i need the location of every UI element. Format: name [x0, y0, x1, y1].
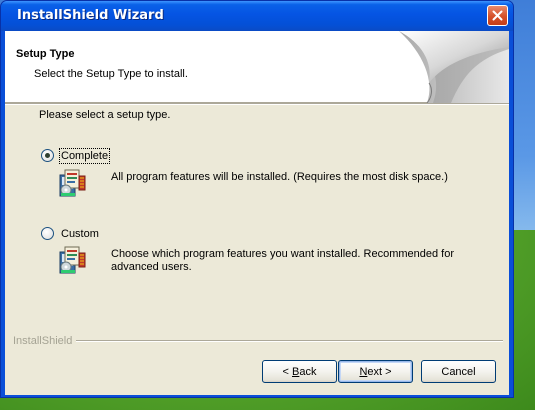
window-title: InstallShield Wizard: [17, 8, 164, 23]
installshield-wizard-window: InstallShield Wizard Setup Type Select t…: [0, 0, 514, 398]
cancel-button-label: Cancel: [441, 365, 476, 378]
custom-label[interactable]: Custom: [61, 228, 99, 240]
back-button-rest: ack: [299, 365, 317, 378]
header-divider: [5, 103, 509, 105]
installer-package-icon: [59, 169, 86, 197]
back-button-hotkey: B: [292, 365, 300, 378]
branding-divider: InstallShield: [13, 334, 503, 348]
custom-description: Choose which program features you want i…: [111, 248, 455, 273]
dialog-body: Setup Type Select the Setup Type to inst…: [5, 31, 509, 395]
next-button-hotkey: N: [359, 365, 368, 378]
back-button-prefix: <: [282, 365, 292, 378]
radio-selected-dot: [45, 153, 50, 158]
close-icon: [492, 10, 503, 21]
page-title: Setup Type: [16, 48, 75, 60]
complete-radio[interactable]: [41, 149, 54, 162]
page-curl-graphic: [399, 31, 509, 103]
title-bar[interactable]: InstallShield Wizard: [1, 1, 513, 31]
page-subtitle: Select the Setup Type to install.: [34, 68, 188, 80]
back-button[interactable]: < Back: [262, 360, 337, 383]
close-button[interactable]: [487, 5, 508, 26]
custom-radio[interactable]: [41, 227, 54, 240]
installshield-branding: InstallShield: [13, 335, 73, 347]
setup-type-prompt: Please select a setup type.: [39, 109, 171, 121]
complete-description: All program features will be installed. …: [111, 171, 448, 183]
next-button[interactable]: Next >: [338, 360, 413, 383]
branding-rule: [76, 340, 503, 342]
cancel-button[interactable]: Cancel: [421, 360, 496, 383]
wizard-header: Setup Type Select the Setup Type to inst…: [5, 31, 509, 103]
complete-option[interactable]: Complete: [41, 147, 111, 164]
complete-label[interactable]: Complete: [58, 147, 111, 164]
installer-package-icon: [59, 246, 86, 274]
custom-option[interactable]: Custom: [41, 227, 99, 240]
next-button-rest: ext >: [367, 365, 392, 378]
